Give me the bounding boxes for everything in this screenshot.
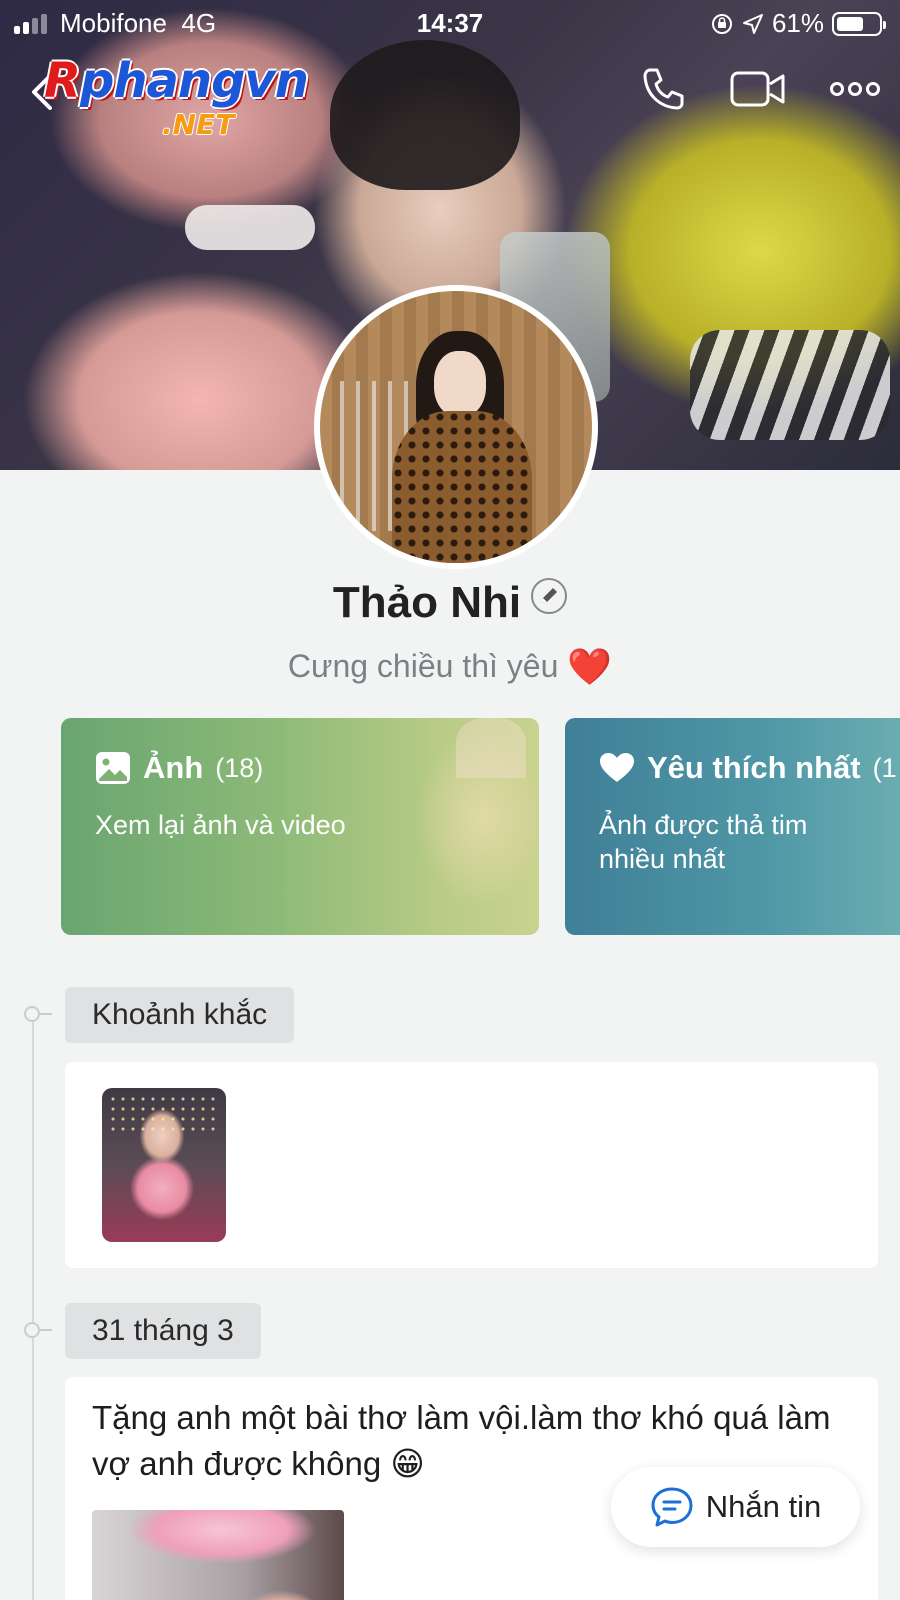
battery-percent: 61% [771,8,824,38]
watermark-logo: Rphangvn .NET [44,53,309,141]
photos-title: Ảnh [143,750,204,785]
battery-icon [832,11,886,36]
rotation-lock-icon [711,13,732,34]
favorites-count: (1 [872,752,897,783]
favorites-subtitle: Ảnh được thả tim nhiều nhất [599,810,808,874]
moments-label: Khoảnh khắc [65,987,295,1043]
cover-plush [690,330,890,440]
message-button[interactable]: Nhắn tin [611,1467,860,1547]
more-icon[interactable] [830,79,880,99]
status-right: 61% [710,8,886,39]
bio-text: Cưng chiều thì yêu [287,648,559,684]
phone-icon[interactable] [640,66,686,112]
post-image[interactable] [92,1510,344,1600]
cover-pillow [185,205,315,250]
avatar[interactable] [314,285,598,569]
heart-icon [600,753,634,782]
favorites-title: Yêu thích nhất [647,750,861,785]
profile-bio: Cưng chiều thì yêu ❤️ [0,646,900,688]
cover-subject [330,40,520,190]
timeline-line [32,1014,34,1600]
edit-pencil-icon[interactable] [531,578,568,614]
photos-subtitle: Xem lại ảnh và video [95,810,346,840]
status-bar: Mobifone 4G 14:37 61% [0,0,900,44]
photos-card-title: Ảnh (18) [95,750,263,786]
message-button-label: Nhắn tin [705,1489,822,1524]
profile-name-row: Thảo Nhi [0,578,900,628]
image-icon [96,752,130,784]
photos-card[interactable]: Ảnh (18) Xem lại ảnh và video [61,718,539,935]
timeline-dot [24,1322,52,1338]
video-call-icon[interactable] [730,69,786,109]
photos-count: (18) [215,752,264,783]
location-icon [742,13,763,34]
favorites-card[interactable]: Yêu thích nhất (1 Ảnh được thả tim nhiều… [565,718,900,935]
chat-bubble-icon [651,1487,693,1527]
moment-thumbnail[interactable] [102,1088,226,1242]
moments-panel [65,1062,878,1268]
date-label: 31 tháng 3 [65,1303,261,1359]
profile-name: Thảo Nhi [332,578,522,627]
timeline-dot [24,1006,52,1022]
favorites-card-title: Yêu thích nhất (1 [599,750,897,786]
bio-heart-emoji: ❤️ [567,646,613,687]
top-actions [640,66,880,112]
